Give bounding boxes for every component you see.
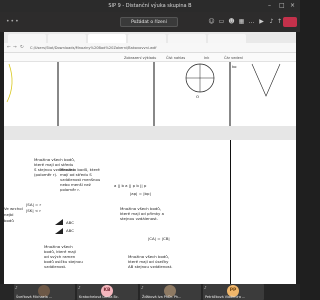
mic-icon: ♪	[78, 285, 81, 290]
participant-name: Šveřková Michaela ...	[16, 295, 53, 299]
forward-icon[interactable]: →	[13, 45, 17, 50]
participant-name: Kratochelová Lenka Bc.	[79, 295, 119, 299]
text-ca-cb: |CA| = |CB|	[148, 236, 170, 241]
browser-tab[interactable]	[208, 34, 246, 43]
page-gap	[4, 126, 296, 140]
refresh-icon[interactable]: ↻	[20, 45, 24, 50]
microphone-icon[interactable]: ♪	[268, 18, 275, 25]
window-title: SIP 9 - Distanční výuka skupina B	[108, 3, 192, 9]
close-icon[interactable]: ×	[290, 2, 295, 9]
mic-icon: ♪	[141, 285, 144, 290]
maximize-icon[interactable]: □	[279, 2, 285, 9]
text-sk: |SK| < r	[26, 208, 41, 213]
pdf-page-top: ko O	[4, 62, 296, 126]
text-abc-2: ABC	[66, 228, 74, 233]
participants-strip: ♪ Šveřková Michaela ... ♪ KB Kratochelov…	[0, 284, 300, 300]
address-bar: ← → ↻ C:/Users/Stat/Downloads/Mnoziny%20…	[4, 43, 296, 53]
request-control-button[interactable]: Požádat o řízení	[120, 17, 178, 27]
leave-button[interactable]	[283, 17, 297, 27]
url-field[interactable]: C:/Users/Stat/Downloads/Mnoziny%20Bod%20…	[30, 46, 156, 50]
text-equal-dist: |ap| = |bp|	[130, 191, 151, 196]
text-parallel: a || b a || p b || p	[114, 183, 147, 188]
mic-icon: ♪	[204, 285, 207, 290]
page-divider	[230, 140, 231, 284]
text-sa: |SA| = r	[26, 202, 42, 207]
browser-tab-bar	[4, 32, 296, 43]
pdf-page-main: Množina všech bodů, které mají od středu S…	[4, 140, 296, 284]
browser-tab-active[interactable]	[88, 34, 126, 43]
participant-tile[interactable]: ♪ PP Petráčková Vladimíra ...	[203, 284, 264, 300]
chat-icon[interactable]: ▭	[218, 18, 225, 25]
title-bar: SIP 9 - Distanční výuka skupina B – □ ×	[0, 0, 300, 12]
reactions-icon[interactable]: ☻	[228, 18, 235, 25]
shared-screen: ← → ↻ C:/Users/Stat/Downloads/Mnoziny%20…	[4, 32, 296, 284]
text-segment-def: Množina všech bodů, které mají od úsečky A…	[128, 254, 173, 269]
more-options-icon[interactable]: •••	[6, 18, 20, 25]
teams-meeting-window: SIP 9 - Distanční výuka skupina B – □ × …	[0, 0, 300, 300]
back-icon[interactable]: ←	[7, 45, 11, 50]
browser-tab[interactable]	[128, 34, 166, 43]
text-vertex-a: Ve wrchol	[4, 206, 23, 211]
minimize-icon[interactable]: –	[268, 2, 271, 9]
camera-icon[interactable]: ▶	[258, 18, 265, 25]
triangle-marks	[55, 219, 63, 234]
pdf-tool-read-aloud[interactable]: Číst nahlas	[166, 56, 185, 60]
pdf-tool-guide[interactable]: Čár vedení	[224, 56, 243, 60]
page-top-drawing	[6, 62, 281, 126]
pdf-toolbar: Zobrazení výkladu Číst nahlas Ink Čár ve…	[4, 53, 296, 62]
meeting-toolbar: ••• Požádat o řízení ☺ ▭ ☻ ▦ … ▶ ♪ ↑	[0, 12, 300, 32]
top-label-a: ko	[232, 64, 237, 69]
participants-icon[interactable]: ☺	[208, 18, 215, 25]
text-disc-def: Množina bodů, které mají od středu Svzdál…	[60, 167, 101, 192]
participant-name: Žďáková Iva PhDr. Ph...	[142, 295, 182, 299]
participant-tile[interactable]: ♪ Šveřková Michaela ...	[14, 284, 75, 300]
top-label-b: O	[196, 94, 200, 99]
more-icon[interactable]: …	[248, 18, 255, 25]
participant-name: Petráčková Vladimíra ...	[205, 295, 246, 299]
text-angle-def: Množina všech bodů, které mají od svých ra…	[44, 244, 83, 269]
text-abc-1: ABC	[66, 220, 74, 225]
pdf-tool-ink[interactable]: Ink	[204, 56, 209, 60]
text-vertex-c: bodů	[4, 218, 14, 223]
pdf-tool-view[interactable]: Zobrazení výkladu	[124, 56, 156, 60]
browser-tab[interactable]	[48, 34, 86, 43]
browser-tab[interactable]	[168, 34, 206, 43]
rooms-icon[interactable]: ▦	[238, 18, 245, 25]
participant-tile[interactable]: ♪ Žďáková Iva PhDr. Ph...	[140, 284, 201, 300]
participant-tile[interactable]: ♪ KB Kratochelová Lenka Bc.	[77, 284, 138, 300]
text-line-def: Množina všech bodů, které mají od přímky …	[120, 206, 164, 221]
browser-tab[interactable]	[8, 34, 46, 43]
mic-icon: ♪	[15, 285, 18, 290]
text-vertex-b: nejbl	[4, 212, 14, 217]
share-icon[interactable]: ↑	[276, 18, 283, 25]
